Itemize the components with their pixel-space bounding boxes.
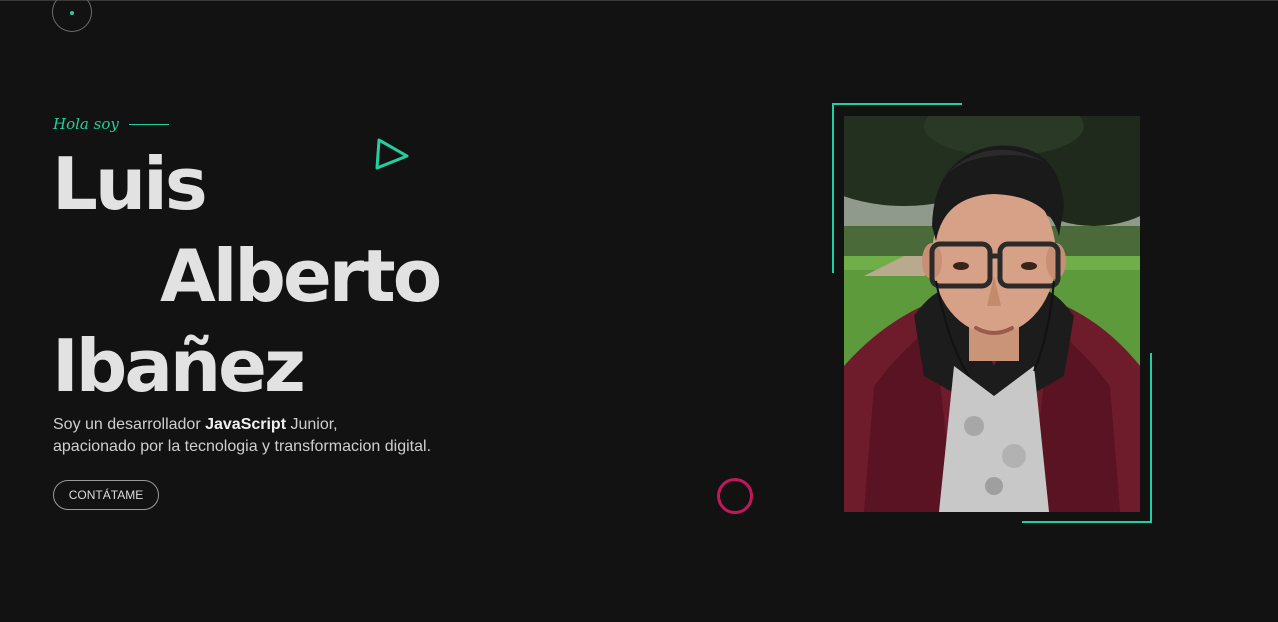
greeting-line (128, 123, 169, 125)
greeting-text: Hola soy (53, 115, 119, 133)
top-border (0, 0, 1278, 1)
logo-icon[interactable] (52, 0, 92, 32)
intro-text: Soy un desarrollador JavaScript Junior, … (53, 414, 513, 458)
intro-part1: Soy un desarrollador (53, 416, 206, 433)
frame-corner-bottom-right-vertical (1150, 353, 1152, 523)
name-first: Luis (52, 142, 208, 226)
frame-corner-top-left-vertical (832, 103, 834, 273)
profile-photo-illustration (844, 116, 1140, 512)
frame-corner-top-left (832, 103, 962, 105)
frame-corner-bottom-right (1022, 521, 1152, 523)
greeting: Hola soy (53, 115, 169, 133)
logo-dot (70, 11, 74, 15)
profile-photo (844, 116, 1140, 512)
name-middle: Alberto (160, 234, 442, 318)
intro-line-1: Soy un desarrollador JavaScript Junior, (53, 414, 513, 436)
intro-highlight: JavaScript (205, 416, 287, 433)
contact-button[interactable]: CONTÁTAME (53, 480, 159, 510)
triangle-play-icon (375, 138, 409, 170)
ring-icon (717, 478, 753, 514)
name-last: Ibañez (52, 324, 306, 408)
intro-line-2: apacionado por la tecnologia y transform… (53, 438, 432, 455)
intro-part2: Junior, (286, 416, 338, 433)
